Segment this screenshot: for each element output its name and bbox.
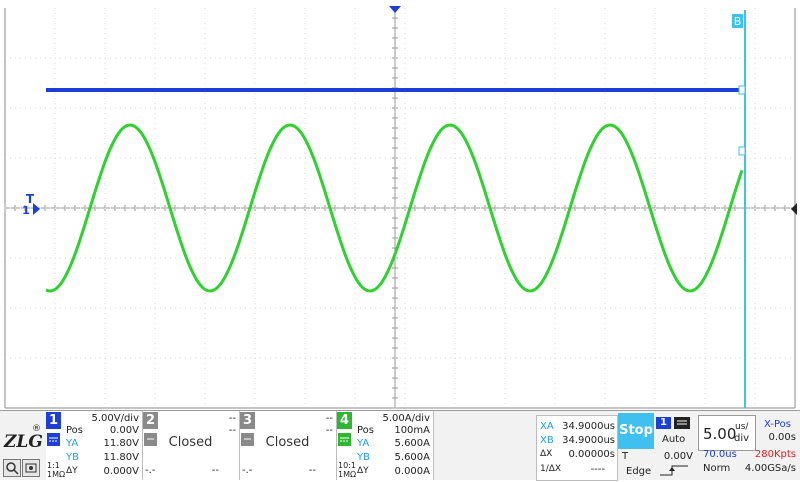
ch3-foot-right: -- [308, 465, 316, 476]
ch4-pos-value: 100mA [394, 425, 430, 436]
xpos-value[interactable]: 0.00s [769, 432, 796, 443]
ch1-level-label: 1 [22, 204, 30, 217]
trigger-level: 0.00V [663, 451, 693, 462]
ch4-badge: 4 [337, 412, 352, 429]
acquisition-mode[interactable]: Norm [703, 463, 730, 474]
ch4-yb-value: 5.600A [394, 452, 430, 463]
ch3-panel[interactable]: 3 -- -- Closed -.- -- [240, 411, 337, 480]
trigger-level-row[interactable]: T 0.00V Edge [618, 449, 696, 479]
ch2-foot-left: -.- [145, 465, 156, 476]
ch1-panel[interactable]: 1 5.00V/div Pos 0.00V YA 11.80V YB 11.80… [46, 411, 143, 480]
cursor-xb-label: XB [540, 435, 554, 446]
ch2-panel[interactable]: 2 -- -- Closed -.- -- [143, 411, 240, 480]
ch2-badge: 2 [143, 412, 158, 429]
ch4-coupling-icon [338, 433, 351, 446]
ch4-dy-label: ΔY [357, 466, 369, 476]
ch1-ya-value: 11.80V [103, 438, 139, 449]
cursor-inv-dx-value: ---- [590, 464, 605, 475]
ch1-badge: 1 [46, 412, 61, 429]
ch3-badge: 3 [240, 412, 255, 429]
waveform-display[interactable]: B T 1 [0, 0, 800, 410]
ch1-scale: 5.00V/div [91, 413, 139, 424]
timebase-unit-bottom: div [734, 433, 750, 444]
timebase-scale-box[interactable]: 5.00 us/ div [698, 415, 756, 451]
ch4-panel[interactable]: 4 5.00A/div Pos 100mA YA 5.600A YB 5.600… [337, 411, 434, 480]
cursor-b-label: B [734, 15, 742, 28]
svg-text:ZLG: ZLG [3, 432, 42, 452]
ch3-foot-left: -.- [242, 465, 253, 476]
ch2-foot-right: -- [211, 465, 219, 476]
cursor-xb-value: 34.9000us [562, 435, 615, 446]
ch1-pos-label: Pos [66, 425, 84, 436]
ch1-yb-value: 11.80V [103, 452, 139, 463]
trigger-type: Edge [626, 466, 652, 477]
trigger-source-badge: 1 [656, 417, 671, 429]
trigger-t-label: T [622, 451, 629, 462]
ch4-dy-value: 0.000A [394, 466, 430, 477]
ch4-impedance: 1MΩ [338, 470, 357, 479]
trigger-mode: Auto [662, 434, 686, 445]
trigger-delay: 70.0us [703, 449, 737, 460]
ch3-scale: -- [325, 413, 333, 424]
ch1-coupling-icon [47, 433, 60, 446]
trigger-coupling-icon [674, 417, 690, 429]
ch2-status: Closed [168, 435, 213, 450]
ch1-dy-label: ΔY [66, 466, 78, 476]
ch1-yb-label: YB [66, 452, 79, 463]
sample-rate: 4.00GSa/s [744, 463, 796, 474]
xpos-label: X-Pos [764, 419, 791, 430]
screenshot-icon[interactable] [22, 459, 40, 477]
ch4-ya-label: YA [357, 438, 370, 449]
ch1-yb-marker[interactable] [738, 85, 746, 95]
ch4-ya-value: 5.600A [394, 438, 430, 449]
run-stop-button[interactable]: Stop [618, 413, 654, 449]
status-bar: ZLG ® 1 5.00V/div Pos 0.00V YA 11.80V YB… [0, 410, 800, 481]
ch1-ya-label: YA [66, 438, 79, 449]
timebase-scale: 5.00 [703, 425, 737, 443]
cursor-inv-dx-label: 1/ΔX [540, 464, 562, 474]
cursor-dx-label: ΔX [540, 449, 553, 459]
ch4-scale: 5.00A/div [382, 413, 430, 424]
ch1-dy-value: 0.000V [103, 466, 139, 477]
rising-edge-icon [660, 463, 690, 480]
memory-depth: 280Kpts [754, 449, 796, 460]
cursor-xa-label: XA [540, 421, 554, 432]
ch3-status: Closed [265, 435, 310, 450]
cursor-dx-value: 0.00000s [568, 449, 615, 460]
ch4-pos-label: Pos [357, 425, 375, 436]
ch1-impedance: 1MΩ [47, 470, 66, 479]
ch4-yb-label: YB [357, 452, 370, 463]
ch4-yb-marker[interactable] [738, 146, 746, 156]
ch2-scale: -- [228, 413, 236, 424]
cursor-xa-value: 34.9000us [562, 421, 615, 432]
cursor-measurement-panel[interactable]: XA 34.9000us XB 34.9000us ΔX 0.00000s 1/… [536, 415, 618, 481]
timebase-unit-top: us/ [735, 422, 749, 432]
svg-text:®: ® [32, 424, 41, 434]
ch1-pos-value: 0.00V [109, 425, 139, 436]
search-icon[interactable] [3, 459, 21, 477]
waveform-canvas: B T 1 [0, 0, 800, 410]
